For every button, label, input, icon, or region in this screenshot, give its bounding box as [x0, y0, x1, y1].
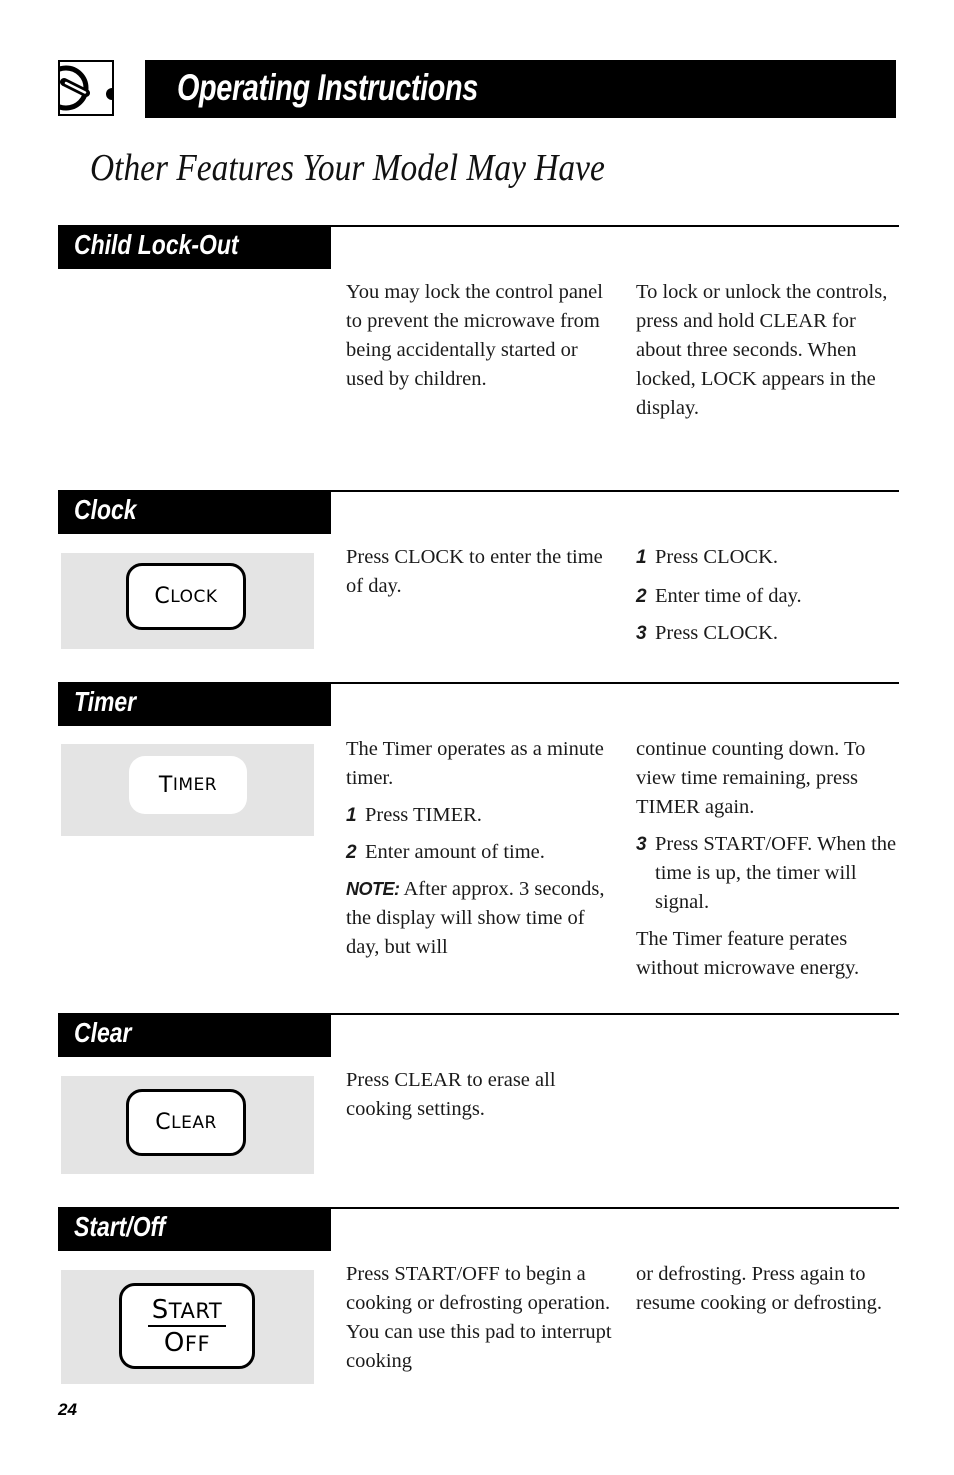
timer-col1: The Timer operates as a minute timer. 1 … [346, 735, 616, 962]
step-item: 2 Enter time of day. [636, 582, 896, 611]
section-label: Timer [58, 682, 331, 726]
section-label: Child Lock-Out [58, 225, 331, 269]
section-label-text: Clear [74, 1017, 132, 1048]
start-off-description: Press START/OFF to begin a cooking or de… [346, 1263, 612, 1372]
timer-pad-panel: T IMER [61, 744, 314, 836]
start-label: START [152, 1297, 222, 1323]
timer-pad-rest: IMER [172, 775, 218, 795]
section-label-text: Child Lock-Out [74, 229, 239, 260]
child-lock-instructions: To lock or unlock the controls, press an… [636, 281, 888, 419]
page-subtitle: Other Features Your Model May Have [90, 147, 605, 189]
section-label-text: Start/Off [74, 1211, 166, 1242]
note-label: NOTE: [346, 879, 400, 899]
step-text: Enter time of day. [655, 585, 802, 607]
timer-pad-initial: T [158, 772, 173, 798]
step-number: 1 [346, 805, 357, 826]
step-item: 3 Press CLOCK. [636, 619, 896, 648]
step-text: Press TIMER. [365, 804, 482, 826]
start-rest: TART [168, 1298, 223, 1323]
clear-pad-initial: C [155, 1110, 172, 1135]
clear-col1: Press CLEAR to erase all cooking setting… [346, 1066, 616, 1124]
microwave-dial-icon [58, 60, 114, 116]
start-initial: S [151, 1294, 169, 1325]
start-off-description-cont: or defrosting. Press again to resume coo… [636, 1263, 882, 1314]
step-number: 3 [636, 623, 647, 644]
clock-steps: 1 Press CLOCK. 2 Enter time of day. 3 Pr… [636, 543, 896, 648]
timer-col2: continue counting down. To view time rem… [636, 735, 898, 983]
start-off-pad-panel: START OFF [61, 1270, 314, 1384]
clear-description: Press CLEAR to erase all cooking setting… [346, 1069, 556, 1120]
page-number: 24 [58, 1400, 77, 1419]
child-lock-col2: To lock or unlock the controls, press an… [636, 278, 896, 423]
section-label: Start/Off [58, 1207, 331, 1251]
child-lock-description: You may lock the control panel to preven… [346, 281, 603, 390]
step-item: 1 Press CLOCK. [636, 543, 896, 572]
clear-pad-rest: LEAR [171, 1112, 217, 1133]
section-label: Clock [58, 490, 331, 534]
clock-col1: Press CLOCK to enter the time of day. [346, 543, 616, 601]
start-off-pad-button[interactable]: START OFF [119, 1283, 255, 1369]
clear-pad-panel: C LEAR [61, 1076, 314, 1174]
timer-continued-text: continue counting down. To view time rem… [636, 738, 866, 818]
timer-note: NOTE: After approx. 3 seconds, the displ… [346, 875, 616, 962]
step-number: 1 [636, 547, 647, 568]
start-off-col2: or defrosting. Press again to resume coo… [636, 1260, 898, 1318]
section-label-text: Timer [74, 686, 137, 717]
step-number: 2 [636, 586, 647, 607]
step-text: Enter amount of time. [365, 841, 545, 863]
clear-pad-button[interactable]: C LEAR [126, 1089, 246, 1156]
off-rest: FF [184, 1331, 211, 1356]
step-text: Press START/OFF. When the time is up, th… [655, 833, 897, 913]
child-lock-col1: You may lock the control panel to preven… [346, 278, 616, 394]
header-bar: Operating Instructions [145, 60, 896, 118]
step-text: Press CLOCK. [655, 622, 779, 644]
off-initial: O [163, 1327, 185, 1358]
off-label: OFF [164, 1330, 210, 1356]
section-label-text: Clock [74, 494, 137, 525]
header-title: Operating Instructions [177, 67, 478, 108]
pad-divider [148, 1324, 226, 1327]
start-off-col1: Press START/OFF to begin a cooking or de… [346, 1260, 618, 1376]
timer-intro: The Timer operates as a minute timer. [346, 738, 604, 789]
clock-pad-rest: LOCK [170, 586, 218, 607]
step-number: 2 [346, 842, 357, 863]
step-number: 3 [636, 834, 647, 855]
step-item: 1 Press TIMER. [346, 801, 616, 830]
timer-pad-button[interactable]: T IMER [129, 756, 247, 814]
clock-description: Press CLOCK to enter the time of day. [346, 546, 603, 597]
clock-pad-button[interactable]: C LOCK [126, 563, 246, 630]
timer-footer-text: The Timer feature perates without microw… [636, 928, 860, 979]
section-label: Clear [58, 1013, 331, 1057]
clock-pad-initial: C [154, 584, 171, 609]
clock-pad-panel: C LOCK [61, 553, 314, 649]
step-item: 3 Press START/OFF. When the time is up, … [636, 830, 898, 917]
step-item: 2 Enter amount of time. [346, 838, 616, 867]
step-text: Press CLOCK. [655, 546, 779, 568]
